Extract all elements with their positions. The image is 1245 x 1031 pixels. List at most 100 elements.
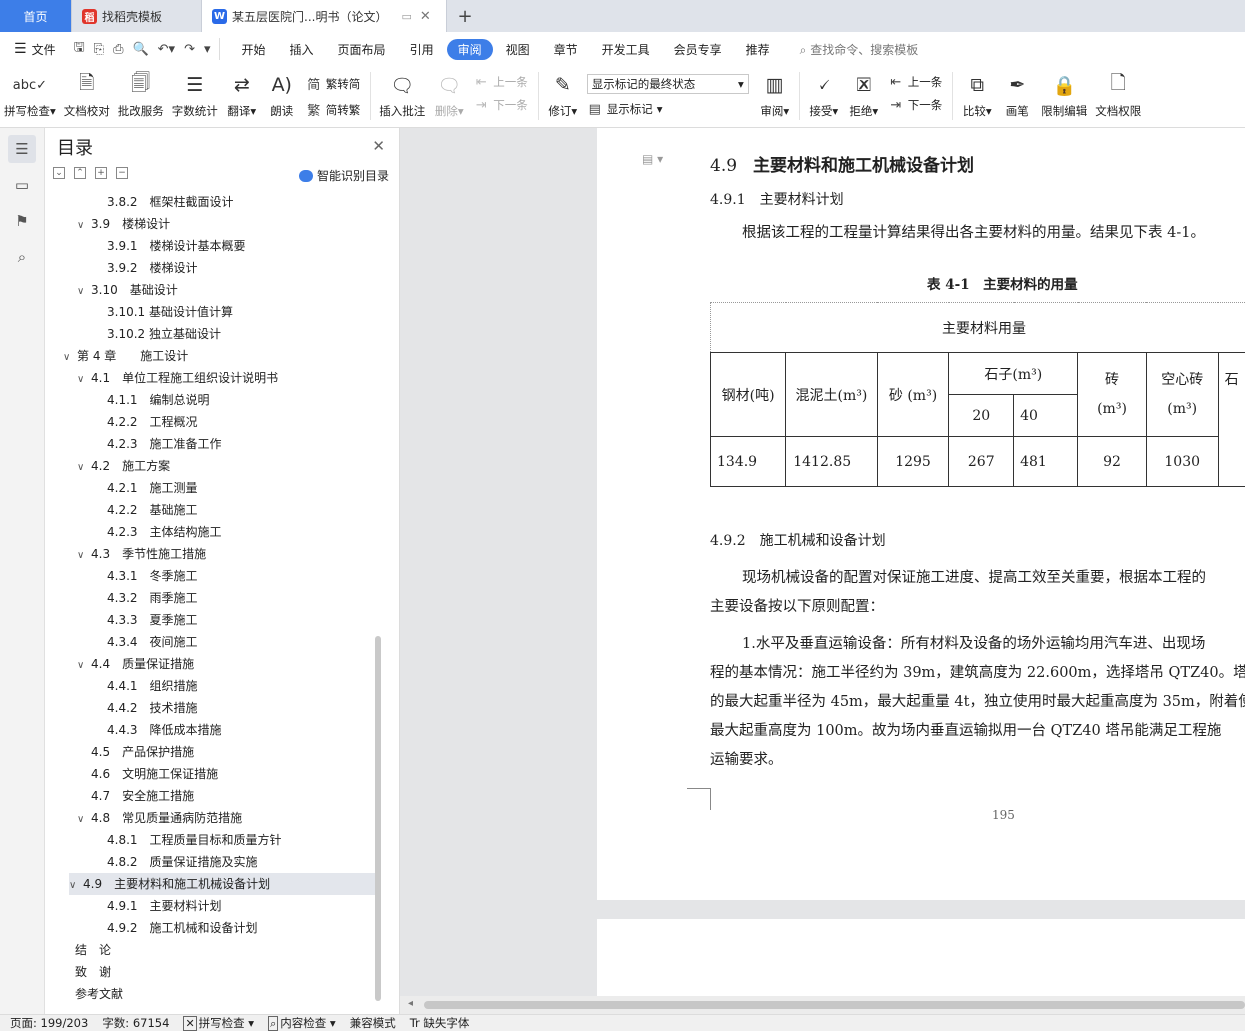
chevron-down-icon[interactable]: ∨ [77, 215, 91, 237]
toc-item[interactable]: 4.2.2 基础施工 [45, 499, 375, 521]
word-count-indicator[interactable]: 字数: 67154 [102, 1015, 169, 1031]
customize-icon[interactable]: ▾ [204, 42, 211, 57]
chevron-down-icon[interactable]: ∨ [77, 545, 91, 567]
restrict-edit-button[interactable]: 🔒 限制编辑 [1037, 70, 1091, 119]
spell-check-button[interactable]: abc✓ 拼写检查▾ [0, 70, 60, 119]
undo-icon[interactable]: ↶▾ [158, 42, 175, 57]
chevron-down-icon[interactable]: ∨ [77, 369, 91, 391]
print-icon[interactable]: ⎙ [113, 42, 123, 57]
toc-item[interactable]: 4.2.3 主体结构施工 [45, 521, 375, 543]
bookmark-icon[interactable]: ⚑ [8, 207, 36, 235]
toc-item[interactable]: ∨ 4.4 质量保证措施 [45, 653, 375, 675]
close-icon[interactable]: ✕ [372, 137, 385, 155]
compare-button[interactable]: ⧉ 比较▾ [957, 70, 997, 119]
chevron-down-icon[interactable]: ∨ [69, 875, 83, 897]
toc-item[interactable]: 4.3.1 冬季施工 [45, 565, 375, 587]
close-tab-icon[interactable]: ✕ [420, 9, 431, 24]
toc-item[interactable]: 4.3.4 夜间施工 [45, 631, 375, 653]
missing-font-status[interactable]: Tr 缺失字体 [410, 1015, 470, 1031]
chevron-down-icon[interactable]: ∨ [77, 281, 91, 303]
review-button[interactable]: ▥ 审阅▾ [755, 70, 795, 119]
toc-item[interactable]: 3.9.1 楼梯设计基本概要 [45, 235, 375, 257]
chevron-down-icon[interactable]: ∨ [77, 655, 91, 677]
toc-item[interactable]: 致 谢 [45, 961, 375, 983]
paragraph-menu-icon[interactable]: ▤ ▾ [642, 152, 663, 166]
simp-to-trad-button[interactable]: 繁简转繁 [306, 100, 360, 120]
toc-item[interactable]: 结 论 [45, 939, 375, 961]
toc-item[interactable]: 4.9.2 施工机械和设备计划 [45, 917, 375, 939]
tab-document[interactable]: W 某五层医院门...明书（论文） ▭ ✕ [202, 0, 447, 32]
menu-tab[interactable]: 推荐 [735, 39, 781, 60]
accept-button[interactable]: 🗸 接受▾ [804, 70, 844, 119]
save-icon[interactable]: 🖫 [74, 38, 85, 60]
track-changes-button[interactable]: ✎ 修订▾ [543, 70, 583, 119]
toc-item[interactable]: 3.10.2 独立基础设计 [45, 323, 375, 345]
menu-tab[interactable]: 开始 [231, 39, 277, 60]
toc-item[interactable]: 3.8.2 框架柱截面设计 [45, 191, 375, 213]
remove-heading-icon[interactable]: − [116, 167, 128, 179]
spell-check-status[interactable]: ✕ 拼写检查 ▾ [183, 1015, 254, 1031]
next-comment-button[interactable]: ⇥ 下一条 [473, 97, 528, 113]
show-markup-button[interactable]: ▤ 显示标记 ▾ [587, 101, 749, 117]
toc-item[interactable]: 4.2.1 施工测量 [45, 477, 375, 499]
read-aloud-button[interactable]: A) 朗读 [262, 70, 302, 119]
search-icon[interactable]: ⌕ [8, 243, 36, 271]
document-page[interactable]: ▤ ▾ 4.9 主要材料和施工机械设备计划 4.9.1 主要材料计划 根据该工程的工… [597, 128, 1245, 900]
tab-home[interactable]: 首页 [0, 0, 72, 32]
toc-item[interactable]: 4.2.3 施工准备工作 [45, 433, 375, 455]
add-heading-icon[interactable]: + [95, 167, 107, 179]
pen-button[interactable]: ✒ 画笔 [997, 70, 1037, 119]
menu-tab[interactable]: 视图 [495, 39, 541, 60]
toc-item[interactable]: 4.4.1 组织措施 [45, 675, 375, 697]
translate-button[interactable]: ⇄ 翻译▾ [222, 70, 262, 119]
toc-item[interactable]: ∨ 4.8 常见质量通病防范措施 [45, 807, 375, 829]
chapter-icon[interactable]: ▭ [8, 171, 36, 199]
toc-item[interactable]: 4.7 安全施工措施 [45, 785, 375, 807]
smart-toc-button[interactable]: 智能识别目录 [298, 167, 389, 184]
markup-state-select[interactable]: 显示标记的最终状态 ▾ [586, 74, 749, 94]
menu-tab[interactable]: 开发工具 [591, 39, 661, 60]
redo-icon[interactable]: ↷ [184, 42, 195, 57]
doc-proofread-button[interactable]: 🗎 文档校对 [60, 70, 114, 119]
toc-item[interactable]: 4.8.2 质量保证措施及实施 [45, 851, 375, 873]
toc-item[interactable]: 4.4.3 降低成本措施 [45, 719, 375, 741]
toc-item[interactable]: 4.8.1 工程质量目标和质量方针 [45, 829, 375, 851]
file-menu[interactable]: ☰ 文件 [0, 41, 66, 58]
toc-item-selected[interactable]: ∨ 4.9 主要材料和施工机械设备计划 [69, 873, 375, 895]
collapse-all-icon[interactable]: ⌃ [74, 167, 86, 179]
toc-icon[interactable]: ☰ [8, 135, 36, 163]
toc-item[interactable]: 4.2.2 工程概况 [45, 411, 375, 433]
toc-item[interactable]: ∨ 3.10 基础设计 [45, 279, 375, 301]
window-icon[interactable]: ▭ [401, 10, 411, 23]
doc-permission-button[interactable]: 🗋 文档权限 [1091, 70, 1145, 119]
toc-item[interactable]: ∨ 4.1 单位工程施工组织设计说明书 [45, 367, 375, 389]
toc-item[interactable]: 4.1.1 编制总说明 [45, 389, 375, 411]
content-check-status[interactable]: ⌕ 内容检查 ▾ [268, 1015, 336, 1031]
menu-tab[interactable]: 会员专享 [663, 39, 733, 60]
delete-comment-button[interactable]: 🗨 删除▾ [429, 70, 469, 119]
menu-tab[interactable]: 引用 [399, 39, 445, 60]
prev-comment-button[interactable]: ⇤ 上一条 [473, 74, 528, 90]
new-tab-button[interactable]: + [447, 0, 483, 32]
reject-button[interactable]: 🗷 拒绝▾ [844, 70, 884, 119]
prev-change-button[interactable]: ⇤ 上一条 [888, 74, 942, 90]
toc-item[interactable]: 4.6 文明施工保证措施 [45, 763, 375, 785]
chevron-down-icon[interactable]: ∨ [77, 809, 91, 831]
chevron-down-icon[interactable]: ∨ [63, 347, 77, 369]
next-change-button[interactable]: ⇥ 下一条 [888, 97, 942, 113]
batch-service-button[interactable]: 🗐 批改服务 [114, 70, 168, 119]
toc-item[interactable]: ∨ 3.9 楼梯设计 [45, 213, 375, 235]
toc-item[interactable]: 4.3.2 雨季施工 [45, 587, 375, 609]
toc-item[interactable]: 4.3.3 夏季施工 [45, 609, 375, 631]
chevron-down-icon[interactable]: ∨ [77, 457, 91, 479]
page-indicator[interactable]: 页面: 199/203 [10, 1015, 88, 1031]
export-pdf-icon[interactable]: ⎘ [94, 42, 104, 57]
toc-item[interactable]: ∨ 第 4 章 施工设计 [45, 345, 375, 367]
menu-tab[interactable]: 章节 [543, 39, 589, 60]
menu-tab[interactable]: 审阅 [446, 38, 493, 60]
toc-item[interactable]: 参考文献 [45, 983, 375, 1005]
toc-scrollbar[interactable] [375, 636, 381, 1001]
horizontal-scrollbar[interactable]: ◂ [400, 996, 1245, 1014]
toc-item[interactable]: 3.9.2 楼梯设计 [45, 257, 375, 279]
scrollbar-thumb[interactable] [424, 1001, 1245, 1009]
